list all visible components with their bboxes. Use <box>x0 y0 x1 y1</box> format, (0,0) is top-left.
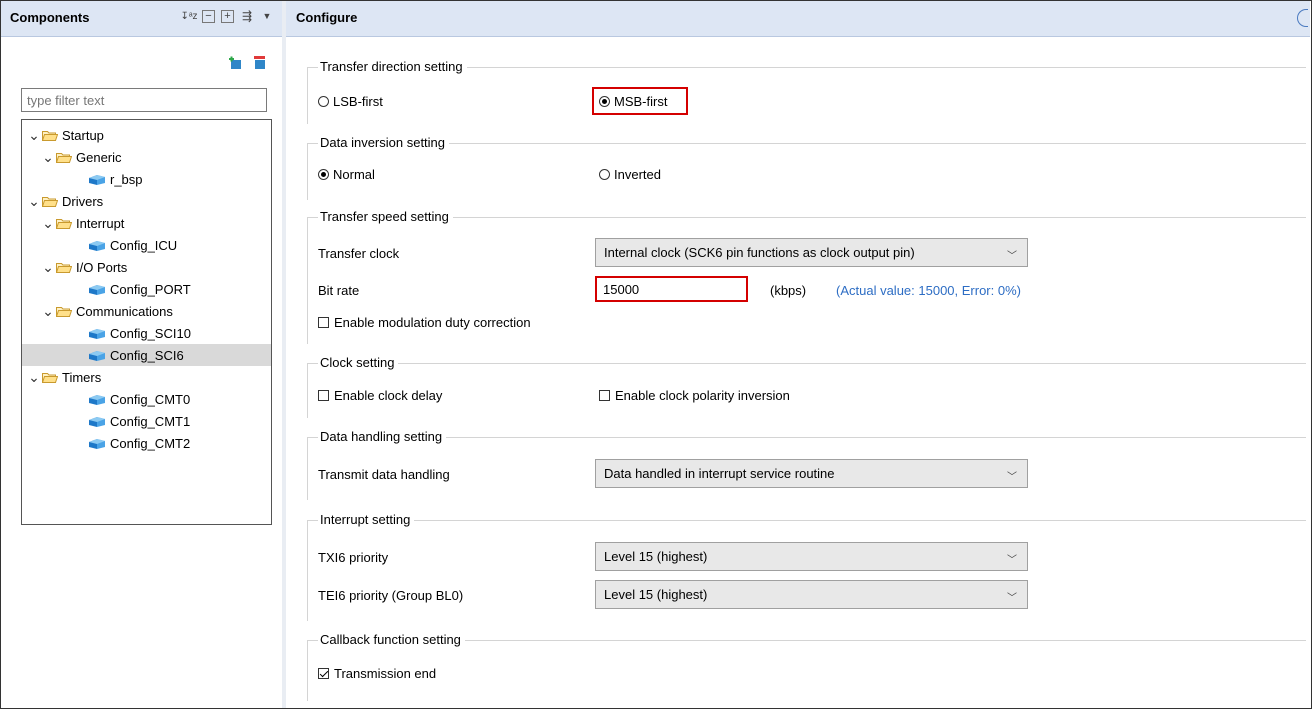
window-frame <box>0 0 1312 709</box>
